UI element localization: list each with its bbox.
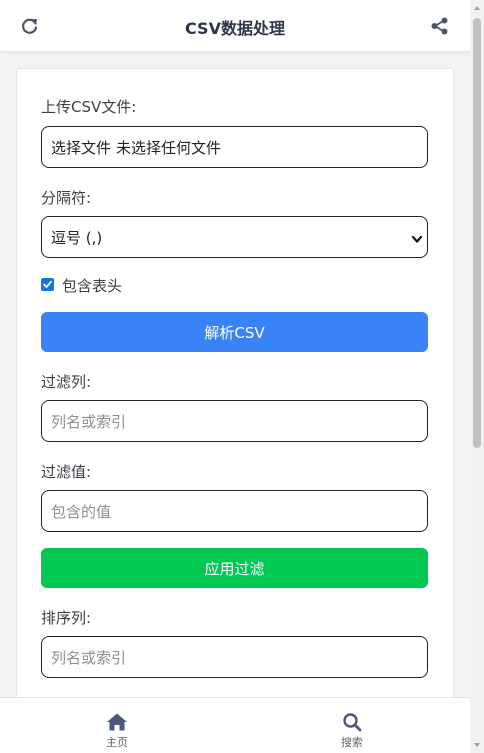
share-icon[interactable] xyxy=(430,16,450,36)
bottom-tab-bar: 主页 搜索 xyxy=(0,697,470,753)
tab-home-label: 主页 xyxy=(106,736,128,749)
home-icon xyxy=(107,713,127,731)
app-header: CSV数据处理 xyxy=(0,0,470,52)
parse-csv-button[interactable]: 解析CSV xyxy=(41,312,428,352)
apply-filter-button[interactable]: 应用过滤 xyxy=(41,548,428,588)
scrollbar[interactable] xyxy=(470,0,484,753)
filter-value-label: 过滤值: xyxy=(41,463,92,481)
file-status: 未选择任何文件 xyxy=(116,138,222,157)
tab-search[interactable]: 搜索 xyxy=(322,712,382,750)
scroll-down-icon[interactable] xyxy=(473,741,481,749)
filter-column-label: 过滤列: xyxy=(41,373,92,391)
delimiter-select[interactable]: 逗号 (,) xyxy=(41,216,428,258)
file-input[interactable]: 选择文件 未选择任何文件 xyxy=(41,126,428,168)
filter-column-input[interactable]: 列名或索引 xyxy=(41,400,428,442)
delimiter-value: 逗号 (,) xyxy=(51,228,103,247)
header-checkbox[interactable] xyxy=(41,278,54,291)
scroll-up-icon[interactable] xyxy=(473,4,481,12)
delimiter-label: 分隔符: xyxy=(41,189,92,207)
sort-column-label: 排序列: xyxy=(41,609,92,627)
tab-home[interactable]: 主页 xyxy=(87,712,147,750)
scrollbar-thumb[interactable] xyxy=(473,18,481,448)
header-checkbox-label[interactable]: 包含表头 xyxy=(62,275,122,296)
file-choose-button[interactable]: 选择文件 xyxy=(51,137,111,158)
upload-label: 上传CSV文件: xyxy=(41,98,137,116)
search-icon xyxy=(343,713,362,732)
sort-column-input[interactable]: 列名或索引 xyxy=(41,636,428,678)
chevron-down-icon xyxy=(411,231,423,243)
tab-search-label: 搜索 xyxy=(341,736,363,749)
page-title: CSV数据处理 xyxy=(185,19,285,38)
filter-value-input[interactable]: 包含的值 xyxy=(41,490,428,532)
